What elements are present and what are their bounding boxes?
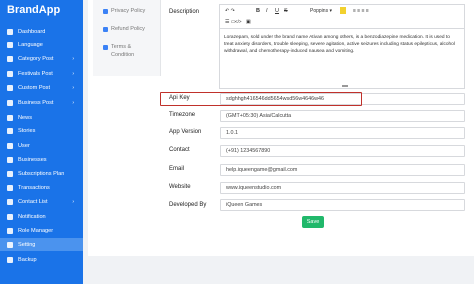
resize-handle-icon[interactable] [342, 85, 348, 87]
website-label: Website [169, 184, 191, 190]
description-editor[interactable]: ↶ ↷ B I U S Poppins ▾ ≡ ≡ ≡ ≡ ☰ ▭ </> ▣ … [219, 4, 465, 89]
chevron-right-icon: › [72, 55, 74, 62]
subscription-icon [7, 170, 13, 177]
developed-by-label: Developed By [169, 202, 207, 208]
sidebar-item-label: Subscriptions Plan [18, 170, 65, 177]
highlight-color-icon[interactable] [340, 7, 346, 14]
sidebar-item[interactable]: Category Post › [0, 52, 83, 65]
backup-icon [7, 256, 13, 263]
tab-label: Terms & Condition [111, 44, 135, 58]
app-version-label: App Version [169, 129, 202, 135]
business-post-icon [7, 99, 13, 106]
undo-icon[interactable]: ↶ ↷ [225, 8, 235, 14]
sidebar-item[interactable]: Transactions [0, 181, 83, 194]
sidebar-item[interactable]: Businesses [0, 153, 83, 166]
developed-by-input[interactable]: iQueen Games [220, 199, 465, 211]
timezone-label: Timezone [169, 112, 196, 118]
notification-icon [7, 213, 13, 220]
tab-label: Privacy Policy [111, 8, 146, 14]
sidebar-item[interactable]: Subscriptions Plan [0, 167, 83, 180]
dashboard-icon [7, 28, 13, 35]
sidebar-item-label: User [18, 142, 30, 149]
sidebar-item-label: Setting [18, 241, 36, 248]
role-icon [7, 227, 13, 234]
sidebar-item[interactable]: Business Post › [0, 96, 83, 109]
sidebar-item-label: Category Post [18, 55, 54, 62]
app-title: BrandApp [7, 4, 61, 16]
sidebar-item[interactable]: Custom Post › [0, 81, 83, 94]
sidebar-item-label: Backup [18, 256, 37, 263]
custom-post-icon [7, 84, 13, 91]
description-text[interactable]: Lorazepam, sold under the brand name Ati… [224, 34, 460, 55]
document-icon [103, 9, 108, 14]
tab-label: Refund Policy [111, 26, 145, 32]
strike-button[interactable]: S [284, 8, 288, 14]
tab-privacy-policy[interactable]: Privacy Policy [103, 8, 145, 16]
tab-refund-policy[interactable]: Refund Policy [103, 26, 145, 34]
bold-button[interactable]: B [256, 8, 260, 14]
sidebar-item[interactable]: Contact List › [0, 195, 83, 208]
sidebar-item[interactable]: Setting [0, 238, 83, 251]
chevron-right-icon: › [72, 70, 74, 77]
contact-label: Contact [169, 147, 190, 153]
save-button[interactable]: Save [302, 216, 324, 228]
image-icon[interactable]: ▣ [246, 19, 251, 25]
app-version-input[interactable]: 1.0.1 [220, 127, 465, 139]
sidebar-item[interactable]: Dashboard [0, 25, 83, 38]
sidebar-item-label: Language [18, 41, 43, 48]
stories-icon [7, 127, 13, 134]
sidebar-item-label: Business Post [18, 99, 54, 106]
sidebar-item[interactable]: News [0, 111, 83, 124]
festival-icon [7, 70, 13, 77]
italic-button[interactable]: I [266, 8, 268, 14]
chevron-right-icon: › [72, 99, 74, 106]
tab-terms-condition[interactable]: Terms & Condition [103, 44, 155, 59]
chevron-right-icon: › [72, 84, 74, 91]
align-icon[interactable]: ≡ ≡ ≡ ≡ [353, 8, 369, 14]
font-select[interactable]: Poppins ▾ [310, 8, 332, 14]
sidebar-item-label: Festivals Post [18, 70, 53, 77]
sidebar: BrandApp Dashboard Language Category Post ›… [0, 0, 83, 284]
document-icon [103, 45, 108, 50]
sidebar-item[interactable]: Stories [0, 124, 83, 137]
sidebar-item-label: News [18, 114, 32, 121]
sidebar-item-label: Custom Post [18, 84, 51, 91]
main-area: Privacy Policy Refund Policy Terms & Con… [83, 0, 474, 284]
sidebar-item[interactable]: User [0, 139, 83, 152]
code-button[interactable]: </> [235, 19, 242, 24]
sidebar-item-label: Role Manager [18, 227, 54, 234]
contact-icon [7, 198, 13, 205]
timezone-select[interactable]: (GMT+05:30) Asia/Calcutta [220, 110, 465, 122]
sidebar-item-label: Businesses [18, 156, 47, 163]
sidebar-item[interactable]: Language [0, 38, 83, 51]
sidebar-item[interactable]: Role Manager [0, 224, 83, 237]
category-icon [7, 55, 13, 62]
sidebar-item-label: Transactions [18, 184, 50, 191]
contact-input[interactable]: (+91) 1234567890 [220, 145, 465, 157]
editor-toolbar: ↶ ↷ B I U S Poppins ▾ ≡ ≡ ≡ ≡ ☰ ▭ </> ▣ [220, 5, 464, 29]
sidebar-item[interactable]: Notification [0, 210, 83, 223]
sidebar-item[interactable]: Backup [0, 253, 83, 266]
sidebar-item-label: Contact List [18, 198, 48, 205]
chevron-right-icon: › [72, 198, 74, 205]
api-key-highlight-box [160, 92, 362, 106]
settings-card: Privacy Policy Refund Policy Terms & Con… [88, 0, 474, 256]
businesses-icon [7, 156, 13, 163]
setting-icon [7, 241, 13, 248]
language-icon [7, 41, 13, 48]
user-icon [7, 142, 13, 149]
document-icon [103, 27, 108, 32]
sidebar-item-label: Dashboard [18, 28, 46, 35]
sidebar-item[interactable]: Festivals Post › [0, 67, 83, 80]
website-input[interactable]: www.iqueenstudio.com [220, 182, 465, 194]
description-label: Description [169, 9, 200, 15]
sidebar-item-label: Stories [18, 127, 36, 134]
sidebar-item-label: Notification [18, 213, 46, 220]
transactions-icon [7, 184, 13, 191]
news-icon [7, 114, 13, 121]
policy-tabs: Privacy Policy Refund Policy Terms & Con… [93, 0, 161, 76]
email-label: Email [169, 166, 185, 172]
underline-button[interactable]: U [275, 8, 279, 14]
email-input[interactable]: help.iqueengame@gmail.com [220, 164, 465, 176]
